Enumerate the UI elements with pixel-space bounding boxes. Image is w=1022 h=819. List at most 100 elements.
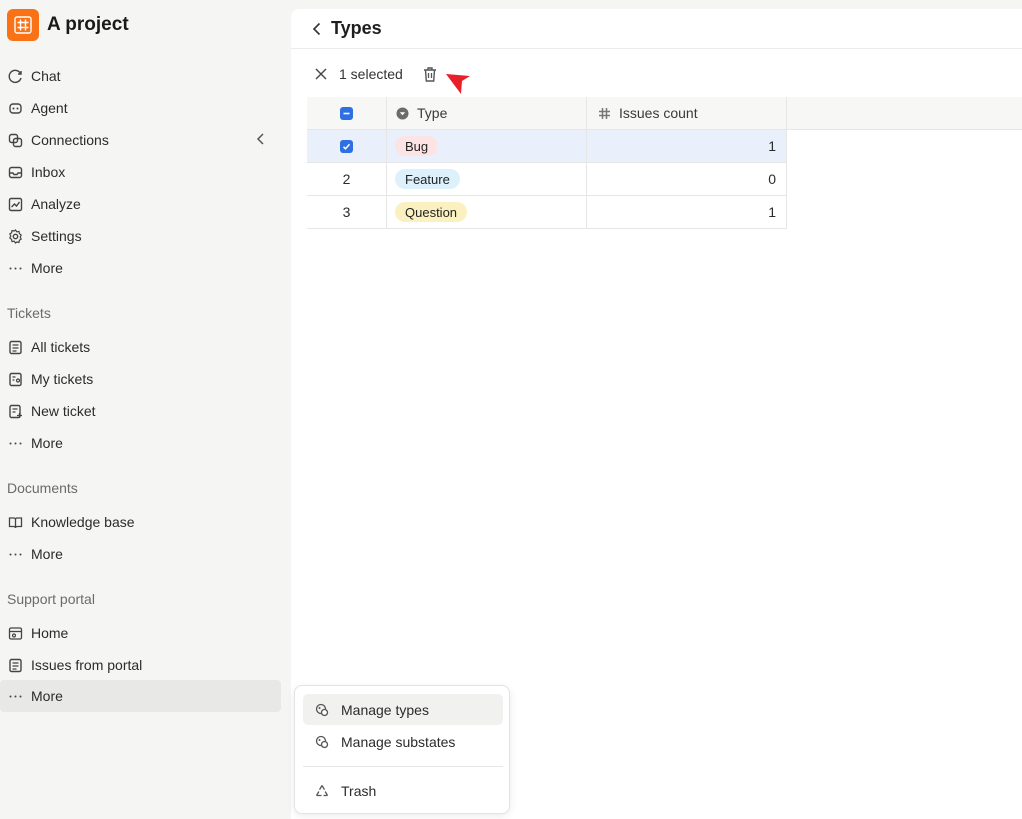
- sidebar-item-label: My tickets: [31, 371, 94, 387]
- sidebar-item-label: More: [31, 546, 63, 562]
- my-tickets-icon: [7, 371, 24, 388]
- sidebar-item-label: Analyze: [31, 196, 81, 212]
- menu-item-manage-substates[interactable]: Manage substates: [303, 726, 503, 757]
- agent-icon: [7, 100, 24, 117]
- trash-recycle-icon: [315, 784, 329, 798]
- menu-divider: [303, 766, 503, 767]
- column-header-empty: [787, 97, 1022, 130]
- sidebar-item-new-ticket[interactable]: New ticket: [0, 395, 281, 427]
- type-cell[interactable]: Feature: [387, 163, 587, 196]
- table-row[interactable]: 2 Feature 0: [307, 163, 1022, 196]
- project-logo: [7, 9, 39, 41]
- book-icon: [7, 514, 24, 531]
- clear-selection-close-icon[interactable]: [313, 66, 329, 82]
- sidebar-item-documents-more[interactable]: More: [0, 538, 281, 570]
- menu-item-label: Manage types: [341, 701, 429, 718]
- type-cell[interactable]: Bug: [387, 130, 587, 163]
- home-icon: [7, 625, 24, 642]
- menu-item-label: Trash: [341, 782, 377, 799]
- selection-count: 1 selected: [339, 66, 403, 82]
- sidebar-item-label: Issues from portal: [31, 657, 143, 673]
- sidebar-item-analyze[interactable]: Analyze: [0, 188, 281, 220]
- menu-item-label: Manage substates: [341, 733, 456, 750]
- more-menu-popup: Manage types Manage substates Trash: [294, 685, 510, 814]
- analyze-icon: [7, 196, 24, 213]
- sidebar-item-label: Home: [31, 625, 69, 641]
- section-title-support-portal: Support portal: [7, 591, 95, 607]
- row-index-cell[interactable]: 3: [307, 196, 387, 229]
- selection-toolbar: 1 selected: [313, 63, 439, 85]
- issues-count-cell[interactable]: 1: [587, 130, 787, 163]
- issues-count-cell[interactable]: 1: [587, 196, 787, 229]
- sidebar-item-label: All tickets: [31, 339, 91, 355]
- hash-icon: [597, 106, 611, 120]
- settings-icon: [7, 228, 24, 245]
- sidebar-item-portal-more[interactable]: More: [0, 680, 281, 712]
- sidebar-item-inbox[interactable]: Inbox: [0, 156, 281, 188]
- sidebar-item-label: Agent: [31, 100, 68, 116]
- sidebar-item-issues-from-portal[interactable]: Issues from portal: [0, 649, 281, 681]
- sidebar-item-home[interactable]: Home: [0, 617, 281, 649]
- project-name: A project: [47, 14, 129, 35]
- sidebar-item-my-tickets[interactable]: My tickets: [0, 363, 281, 395]
- column-header-label: Issues count: [619, 105, 698, 121]
- sidebar-item-label: New ticket: [31, 403, 96, 419]
- section-title-tickets: Tickets: [7, 305, 51, 321]
- type-cell[interactable]: Question: [387, 196, 587, 229]
- sidebar-item-label: Knowledge base: [31, 514, 135, 530]
- table-row[interactable]: Bug 1: [307, 130, 1022, 163]
- type-pill-bug: Bug: [395, 136, 439, 156]
- chevron-left-icon[interactable]: [255, 132, 267, 149]
- more-icon: [7, 688, 24, 705]
- sidebar-item-more[interactable]: More: [0, 252, 281, 284]
- more-icon: [7, 435, 24, 452]
- row-select-cell[interactable]: [307, 130, 387, 163]
- sidebar-item-knowledge-base[interactable]: Knowledge base: [0, 506, 281, 538]
- issues-icon: [7, 657, 24, 674]
- select-all-cell[interactable]: [307, 97, 387, 130]
- sidebar-item-label: Settings: [31, 228, 82, 244]
- row-index-cell[interactable]: 2: [307, 163, 387, 196]
- tickets-icon: [7, 339, 24, 356]
- issues-count-cell[interactable]: 0: [587, 163, 787, 196]
- sidebar-item-agent[interactable]: Agent: [0, 92, 281, 124]
- sidebar-item-label: Inbox: [31, 164, 66, 180]
- chat-icon: [7, 68, 24, 85]
- mouse-cursor-icon: [446, 74, 470, 94]
- menu-item-manage-types[interactable]: Manage types: [303, 694, 503, 725]
- page-title: Types: [331, 18, 382, 38]
- sidebar-item-label: More: [31, 688, 63, 704]
- section-title-documents: Documents: [7, 480, 78, 496]
- sidebar-item-chat[interactable]: Chat: [0, 60, 281, 92]
- delete-trash-icon[interactable]: [421, 65, 439, 83]
- row-checkbox-checked[interactable]: [340, 139, 353, 153]
- more-icon: [7, 546, 24, 563]
- connections-icon: [7, 132, 24, 149]
- sidebar-item-label: Chat: [31, 68, 61, 84]
- sidebar: A project Chat Agent Connections Inbox A…: [0, 0, 291, 819]
- sidebar-item-label: More: [31, 260, 63, 276]
- column-header-type[interactable]: Type: [387, 97, 587, 130]
- sidebar-item-label: Connections: [31, 132, 109, 148]
- dropdown-circle-icon: [395, 106, 409, 120]
- table-row[interactable]: 3 Question 1: [307, 196, 1022, 229]
- sidebar-item-settings[interactable]: Settings: [0, 220, 281, 252]
- sidebar-item-all-tickets[interactable]: All tickets: [0, 331, 281, 363]
- inbox-icon: [7, 164, 24, 181]
- project-switcher[interactable]: A project: [7, 9, 129, 41]
- select-all-checkbox[interactable]: [340, 106, 353, 120]
- sidebar-item-connections[interactable]: Connections: [0, 124, 281, 156]
- menu-item-trash[interactable]: Trash: [303, 775, 503, 806]
- table-header-row: Type Issues count: [307, 97, 1022, 130]
- new-ticket-icon: [7, 403, 24, 420]
- sidebar-item-label: More: [31, 435, 63, 451]
- substates-icon: [315, 735, 329, 749]
- type-pill-question: Question: [395, 202, 468, 222]
- sidebar-item-tickets-more[interactable]: More: [0, 427, 281, 459]
- back-arrow-icon[interactable]: [309, 21, 325, 37]
- hash-icon: [14, 16, 32, 34]
- column-header-issues-count[interactable]: Issues count: [587, 97, 787, 130]
- more-icon: [7, 260, 24, 277]
- type-pill-feature: Feature: [395, 169, 460, 189]
- column-header-label: Type: [417, 105, 448, 121]
